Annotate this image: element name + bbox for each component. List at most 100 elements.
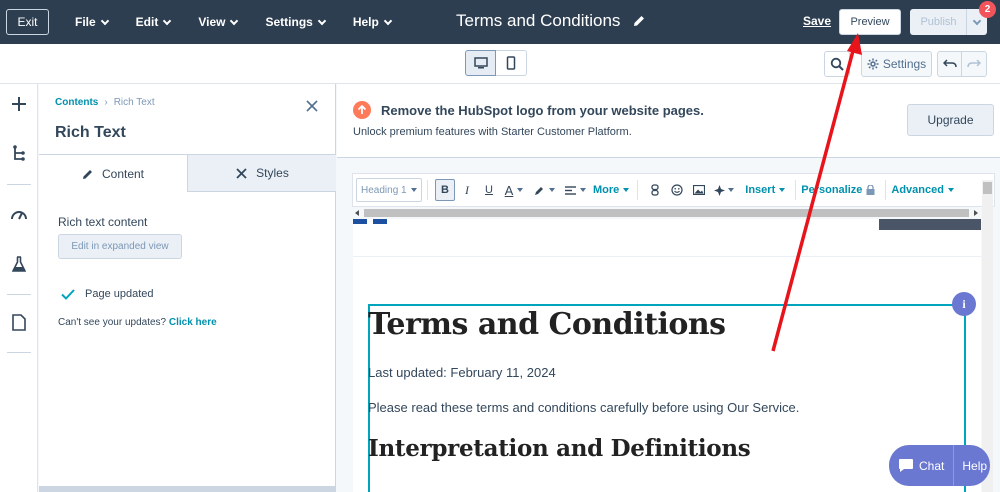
page-title[interactable]: Terms and Conditions: [456, 11, 646, 31]
caret-down-icon: [517, 188, 524, 192]
close-icon[interactable]: [305, 99, 319, 113]
bold-button[interactable]: B: [435, 179, 455, 201]
page-document-icon[interactable]: [9, 312, 29, 332]
banner-title: Remove the HubSpot logo from your websit…: [381, 103, 704, 118]
vertical-scroll-thumb[interactable]: [983, 182, 992, 194]
caret-down-icon: [947, 188, 954, 192]
gear-icon: [867, 58, 879, 70]
tab-content-label: Content: [101, 166, 145, 181]
toolbar-divider: [795, 180, 797, 200]
underline-icon: U: [485, 184, 493, 196]
menu-edit-label: Edit: [135, 15, 159, 29]
edit-expanded-view-button[interactable]: Edit in expanded view: [58, 234, 182, 259]
align-button[interactable]: [561, 179, 589, 201]
document-subheading[interactable]: Interpretation and Definitions: [368, 435, 751, 462]
italic-icon: I: [465, 182, 469, 197]
breadcrumb-contents-link[interactable]: Contents: [55, 97, 98, 108]
breadcrumb: Contents › Rich Text: [55, 97, 155, 108]
emoji-button[interactable]: [667, 179, 687, 201]
mobile-view-button[interactable]: [496, 50, 527, 76]
menu-help-label: Help: [352, 15, 379, 29]
panel-scrollbar[interactable]: [39, 486, 336, 492]
publish-button[interactable]: Publish: [910, 9, 967, 35]
personalize-label: Personalize: [801, 184, 863, 196]
chat-button[interactable]: Chat: [889, 445, 944, 486]
chevron-down-icon: [100, 16, 109, 25]
align-left-icon: [564, 185, 576, 195]
upgrade-button[interactable]: Upgrade: [907, 104, 994, 136]
rich-text-toolbar: Heading 1 B I U A More Insert Personaliz…: [352, 173, 995, 207]
info-icon[interactable]: i: [952, 292, 976, 316]
banner-subtitle: Unlock premium features with Starter Cus…: [353, 126, 632, 138]
more-label: More: [593, 184, 620, 196]
link-icon: [651, 184, 659, 196]
search-button[interactable]: [824, 51, 850, 77]
menu-help[interactable]: Help: [352, 15, 393, 29]
chevron-down-icon: [317, 16, 327, 25]
caret-down-icon: [548, 188, 555, 192]
sparkle-icon: [714, 184, 726, 196]
link-button[interactable]: [645, 179, 665, 201]
chevron-down-icon: [230, 16, 239, 25]
menu-view[interactable]: View: [198, 15, 239, 29]
personalize-button[interactable]: Personalize: [801, 184, 875, 196]
help-button[interactable]: Help: [954, 445, 987, 486]
chat-bubble-icon: [899, 459, 913, 472]
optimize-gauge-icon[interactable]: [9, 204, 29, 224]
highlight-button[interactable]: [529, 179, 559, 201]
toolbar-divider: [427, 180, 428, 200]
image-button[interactable]: [689, 179, 709, 201]
tab-content[interactable]: Content: [39, 154, 188, 192]
header-logo-fragment: [353, 219, 367, 224]
settings-button[interactable]: Settings: [861, 51, 932, 77]
save-button[interactable]: Save: [803, 14, 831, 28]
add-icon[interactable]: [9, 94, 29, 114]
more-menu-button[interactable]: More: [593, 184, 630, 196]
horizontal-scroll-thumb[interactable]: [364, 209, 969, 217]
checkmark-icon: [61, 288, 75, 300]
update-help-text: Can't see your updates? Click here: [58, 317, 217, 328]
chat-label: Chat: [919, 458, 945, 473]
advanced-menu-button[interactable]: Advanced: [891, 184, 954, 196]
undo-button[interactable]: [937, 51, 962, 77]
page-updated-label: Page updated: [85, 288, 154, 300]
intro-paragraph[interactable]: Please read these terms and conditions c…: [368, 400, 799, 415]
exit-button[interactable]: Exit: [6, 9, 49, 35]
rich-text-content-label: Rich text content: [58, 215, 148, 229]
menu-bar: File Edit View Settings Help: [75, 0, 419, 44]
heading-style-select[interactable]: Heading 1: [356, 178, 422, 202]
caret-down-icon: [411, 188, 417, 192]
layout-tree-icon[interactable]: [9, 144, 29, 164]
preview-button[interactable]: Preview: [839, 9, 901, 35]
menu-settings[interactable]: Settings: [265, 15, 327, 29]
tab-styles[interactable]: Styles: [188, 154, 336, 192]
underline-button[interactable]: U: [479, 179, 499, 201]
document-heading[interactable]: Terms and Conditions: [368, 307, 726, 342]
search-icon: [830, 57, 844, 71]
menu-edit[interactable]: Edit: [135, 15, 172, 29]
menu-file[interactable]: File: [75, 15, 109, 29]
text-color-button[interactable]: A: [501, 179, 527, 201]
editor-canvas: Remove the HubSpot logo from your websit…: [337, 84, 1000, 492]
insert-menu-button[interactable]: Insert: [745, 184, 786, 196]
heading-style-value: Heading 1: [361, 184, 407, 196]
last-updated-text[interactable]: Last updated: February 11, 2024: [368, 365, 556, 380]
italic-button[interactable]: I: [457, 179, 477, 201]
redo-button[interactable]: [962, 51, 987, 77]
pencil-icon[interactable]: [632, 14, 646, 28]
device-preview-toggle: [465, 50, 527, 76]
rail-divider: [7, 184, 31, 185]
test-flask-icon[interactable]: [9, 254, 29, 274]
pencil-icon: [82, 169, 92, 179]
click-here-link[interactable]: Click here: [169, 317, 217, 328]
scroll-left-icon[interactable]: [354, 210, 360, 216]
desktop-view-button[interactable]: [465, 50, 496, 76]
page-title-text: Terms and Conditions: [456, 11, 621, 30]
chat-widget: Chat Help: [889, 445, 990, 486]
horizontal-scrollbar[interactable]: [352, 207, 982, 219]
insert-label: Insert: [745, 184, 776, 196]
embed-button[interactable]: [711, 179, 737, 201]
rail-divider: [7, 352, 31, 353]
chevron-down-icon: [972, 16, 982, 25]
scroll-right-icon[interactable]: [973, 210, 979, 216]
